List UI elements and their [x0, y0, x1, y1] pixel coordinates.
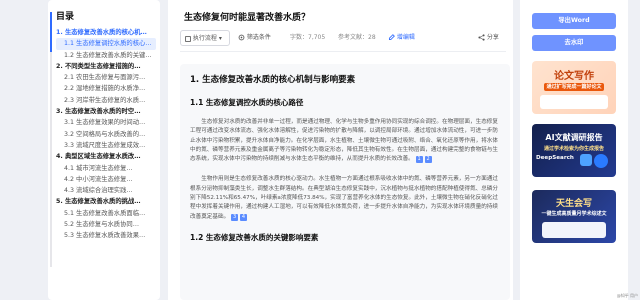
- toc-item[interactable]: 1.2 生态修复改善水质的关键…: [56, 50, 156, 61]
- toolbar-divider: [180, 51, 506, 52]
- document-body: 1. 生态修复改善水质的核心机制与影响要素 1.1 生态修复调控水质的核心路径 …: [180, 64, 510, 300]
- toc-item[interactable]: 3.2 空间格局与水质改善的…: [56, 129, 156, 140]
- share-icon: [478, 34, 485, 41]
- citation-badge[interactable]: 3: [230, 213, 239, 221]
- toc-item[interactable]: 1. 生态修复改善水质的核心机…: [56, 27, 156, 38]
- banner-subtitle: 通过学术检索为你生成报告: [543, 146, 604, 152]
- paragraph-1: 生态修复对水质的改善并非单一过程，而是通过物理、化学与生物多重作用协同实现的综合…: [190, 118, 498, 164]
- toc-item[interactable]: 2.2 湿地修复措施的水质净…: [56, 83, 156, 94]
- toc-item[interactable]: 5.1 生态修复改善水质面临…: [56, 208, 156, 219]
- toc-item[interactable]: 2.3 河岸带生态修复的水质…: [56, 95, 156, 106]
- document-illustration: [540, 95, 608, 109]
- watermark-tag: @知乎 用户: [616, 293, 638, 298]
- gear-icon: [238, 34, 245, 41]
- tiansheng-writing-banner[interactable]: 天生会写 一键生成高质量月学术综述文: [532, 190, 616, 243]
- banner-subtitle: 通过扩写完成一篇好论文: [544, 83, 604, 91]
- deepsearch-label: DeepSearch: [536, 155, 574, 161]
- paper-writing-banner[interactable]: 论文写作 通过扩写完成一篇好论文: [532, 61, 616, 114]
- chevron-down-icon: ▾: [218, 35, 222, 42]
- toc-title: 目录: [56, 12, 75, 22]
- filter-button[interactable]: 筛选条件: [238, 30, 271, 46]
- toc-item[interactable]: 4.1 城市河流生态修复…: [56, 163, 156, 174]
- toc-item[interactable]: 1.1 生态修复调控水质的核心…: [56, 38, 156, 50]
- citation-badge[interactable]: 1: [415, 156, 423, 164]
- edit-icon: [388, 34, 395, 41]
- document-panel: 生态修复何时能显著改善水质？ 执行流程 ▾ 筛选条件 字数：7,705 参考文献…: [168, 0, 513, 300]
- toc-item[interactable]: 3.3 流域尺度生态修复成效…: [56, 140, 156, 151]
- table-of-contents: 目录 1. 生态修复改善水质的核心机… 1.1 生态修复调控水质的核心… 1.2 生…: [48, 0, 160, 300]
- toc-item[interactable]: 4.2 中小河流生态修复…: [56, 174, 156, 185]
- banner-subtitle: 一键生成高质量月学术综述文: [541, 211, 607, 217]
- citation-badge[interactable]: 2: [424, 156, 432, 164]
- share-label: 分享: [486, 34, 499, 41]
- paragraph-2: 生物作用则是生态修复改善水质的核心驱动力。水生植物一方面通过根系吸收水体中的氮、…: [190, 175, 498, 221]
- right-panel: 导出Word 去水印 论文写作 通过扩写完成一篇好论文 AI文献调研报告 通过学…: [520, 0, 628, 300]
- toc-item[interactable]: 3. 生态修复改善水质的时空…: [56, 106, 156, 117]
- app-logo-icon: [594, 154, 608, 168]
- toc-scroll-thumb[interactable]: [50, 12, 52, 52]
- ai-research-report-banner[interactable]: AI文献调研报告 通过学术检索为你生成报告 DeepSearch: [532, 124, 616, 177]
- subsection-heading-1-2: 1.2 生态修复改善水质的关键影响要素: [190, 232, 319, 242]
- workflow-icon: [185, 35, 191, 42]
- toc-item[interactable]: 5.3 生态修复水质改善效果…: [56, 230, 156, 241]
- remove-watermark-button[interactable]: 去水印: [532, 35, 616, 51]
- deepsearch-logo-icon: [580, 154, 592, 166]
- toc-item[interactable]: 4.3 流域综合治理实践…: [56, 185, 156, 196]
- toc-item[interactable]: 5.2 生态修复与水质协同…: [56, 219, 156, 230]
- toc-item[interactable]: 2. 不同类型生态修复措施的…: [56, 61, 156, 72]
- document-toolbar: 执行流程 ▾ 筛选条件 字数：7,705 参考文献：28 增编辑 分享: [180, 30, 506, 46]
- document-title: 生态修复何时能显著改善水质？: [184, 13, 311, 23]
- document-illustration: [542, 222, 606, 238]
- toc-item[interactable]: 4. 典型区域生态修复水质改…: [56, 151, 156, 162]
- reference-count: 参考文献：28: [338, 34, 376, 41]
- banner-title: 论文写作: [554, 71, 594, 82]
- workflow-dropdown[interactable]: 执行流程 ▾: [180, 30, 230, 46]
- toc-item[interactable]: 2.1 农田生态修复与面源污…: [56, 72, 156, 83]
- filter-label: 筛选条件: [246, 34, 271, 41]
- paragraph-1-text: 生态修复对水质的改善并非单一过程，而是通过物理、化学与生物多重作用协同实现的综合…: [190, 119, 498, 163]
- word-count: 字数：7,705: [290, 34, 326, 41]
- subsection-heading-1-1: 1.1 生态修复调控水质的核心路径: [190, 98, 304, 107]
- section-heading-1: 1. 生态修复改善水质的核心机制与影响要素: [190, 75, 356, 85]
- workflow-label: 执行流程: [192, 35, 217, 42]
- add-edit-label: 增编辑: [396, 34, 415, 41]
- add-edit-button[interactable]: 增编辑: [388, 30, 415, 46]
- share-button[interactable]: 分享: [478, 30, 499, 46]
- citation-badge[interactable]: 4: [239, 213, 248, 221]
- toc-item[interactable]: 5. 生态修复改善水质的挑战…: [56, 196, 156, 207]
- banner-title: 天生会写: [555, 199, 592, 209]
- toc-list: 1. 生态修复改善水质的核心机… 1.1 生态修复调控水质的核心… 1.2 生态修复…: [56, 27, 160, 242]
- toc-item[interactable]: 3.1 生态修复效果的时间动…: [56, 117, 156, 128]
- banner-title: AI文献调研报告: [545, 133, 603, 142]
- export-word-button[interactable]: 导出Word: [532, 13, 616, 29]
